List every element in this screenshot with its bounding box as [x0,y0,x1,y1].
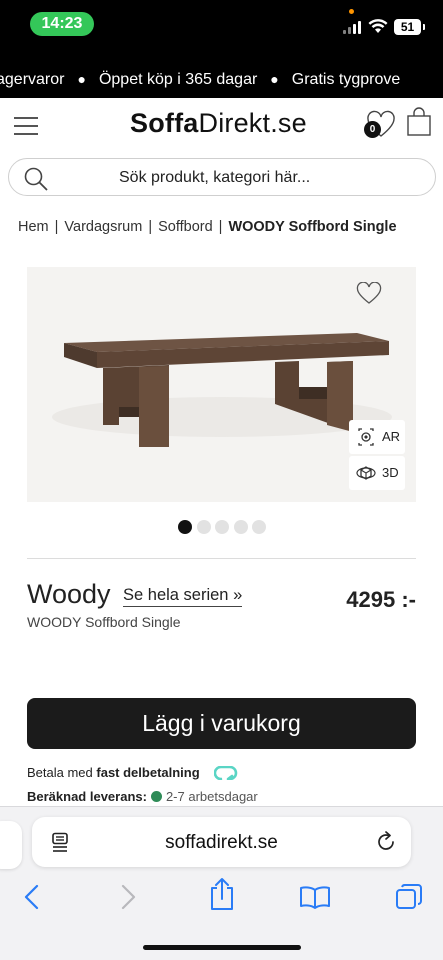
ticker-item: Gratis tygprove [291,71,401,88]
share-icon[interactable] [209,877,235,911]
3d-cube-icon [356,466,376,480]
carousel-dot[interactable] [178,520,192,534]
breadcrumb-link-soffbord[interactable]: Soffbord [158,219,213,235]
wishlist-count-badge: 0 [364,121,381,138]
product-image[interactable]: AR 3D [27,267,416,502]
wifi-icon [368,19,388,33]
site-logo[interactable]: SoffaDirekt.se [130,108,307,139]
back-icon[interactable] [22,883,42,911]
search-bar[interactable]: Sök produkt, kategori här... [8,158,436,196]
breadcrumb-link-home[interactable]: Hem [18,219,49,235]
previous-tab-card[interactable] [0,821,22,869]
search-input[interactable]: Sök produkt, kategori här... [119,169,310,187]
ar-icon [358,428,374,446]
carousel-dot[interactable] [252,520,266,534]
status-time: 14:23 [30,12,94,36]
breadcrumb-current: WOODY Soffbord Single [228,219,397,235]
cellular-signal-icon [343,20,363,34]
series-link[interactable]: Se hela serien » [123,586,243,607]
ticker-item: agervaror [0,71,65,88]
reload-icon[interactable] [375,831,397,853]
breadcrumb: Hem | Vardagsrum | Soffbord | WOODY Soffbord S… [18,219,397,235]
product-name: Woody [27,579,111,609]
privacy-indicator-dot [349,9,354,14]
menu-icon[interactable] [14,114,38,136]
favorite-heart-icon[interactable] [356,282,382,306]
carousel-dot[interactable] [196,520,211,534]
tabs-icon[interactable] [395,883,423,911]
payment-info: Betala med fast delbetalning [27,765,200,780]
ticker-separator: ● [270,71,279,87]
delivery-estimate: Beräknad leverans: 2-7 arbetsdagar [27,789,258,804]
forward-icon[interactable] [118,883,138,911]
payment-provider-logo [214,766,238,780]
breadcrumb-link-vardagsrum[interactable]: Vardagsrum [64,219,142,235]
add-to-cart-button[interactable]: Lägg i varukorg [27,698,416,749]
product-price: 4295 :- [346,587,416,612]
ticker-separator: ● [77,71,86,87]
ticker-item: Öppet köp i 365 dagar [98,71,258,88]
status-bar: 14:23 51 [0,0,443,60]
product-subtitle: WOODY Soffbord Single [27,614,181,630]
carousel-dot[interactable] [215,520,229,534]
carousel-dot[interactable] [233,520,248,534]
address-bar[interactable]: soffadirekt.se [32,817,411,867]
promo-ticker: agervaror ● Öppet köp i 365 dagar ● Gratis t… [0,60,443,98]
home-indicator [143,945,301,950]
in-stock-dot [150,791,162,802]
bookmarks-icon[interactable] [299,885,331,909]
ar-view-button[interactable]: AR [349,420,405,454]
url-text: soffadirekt.se [165,832,278,853]
battery-icon: 51 [394,19,425,35]
shopping-bag-icon[interactable] [406,107,432,137]
3d-view-button[interactable]: 3D [349,456,405,490]
browser-toolbar: soffadirekt.se [0,806,443,960]
search-icon [24,167,48,191]
divider [27,558,416,559]
